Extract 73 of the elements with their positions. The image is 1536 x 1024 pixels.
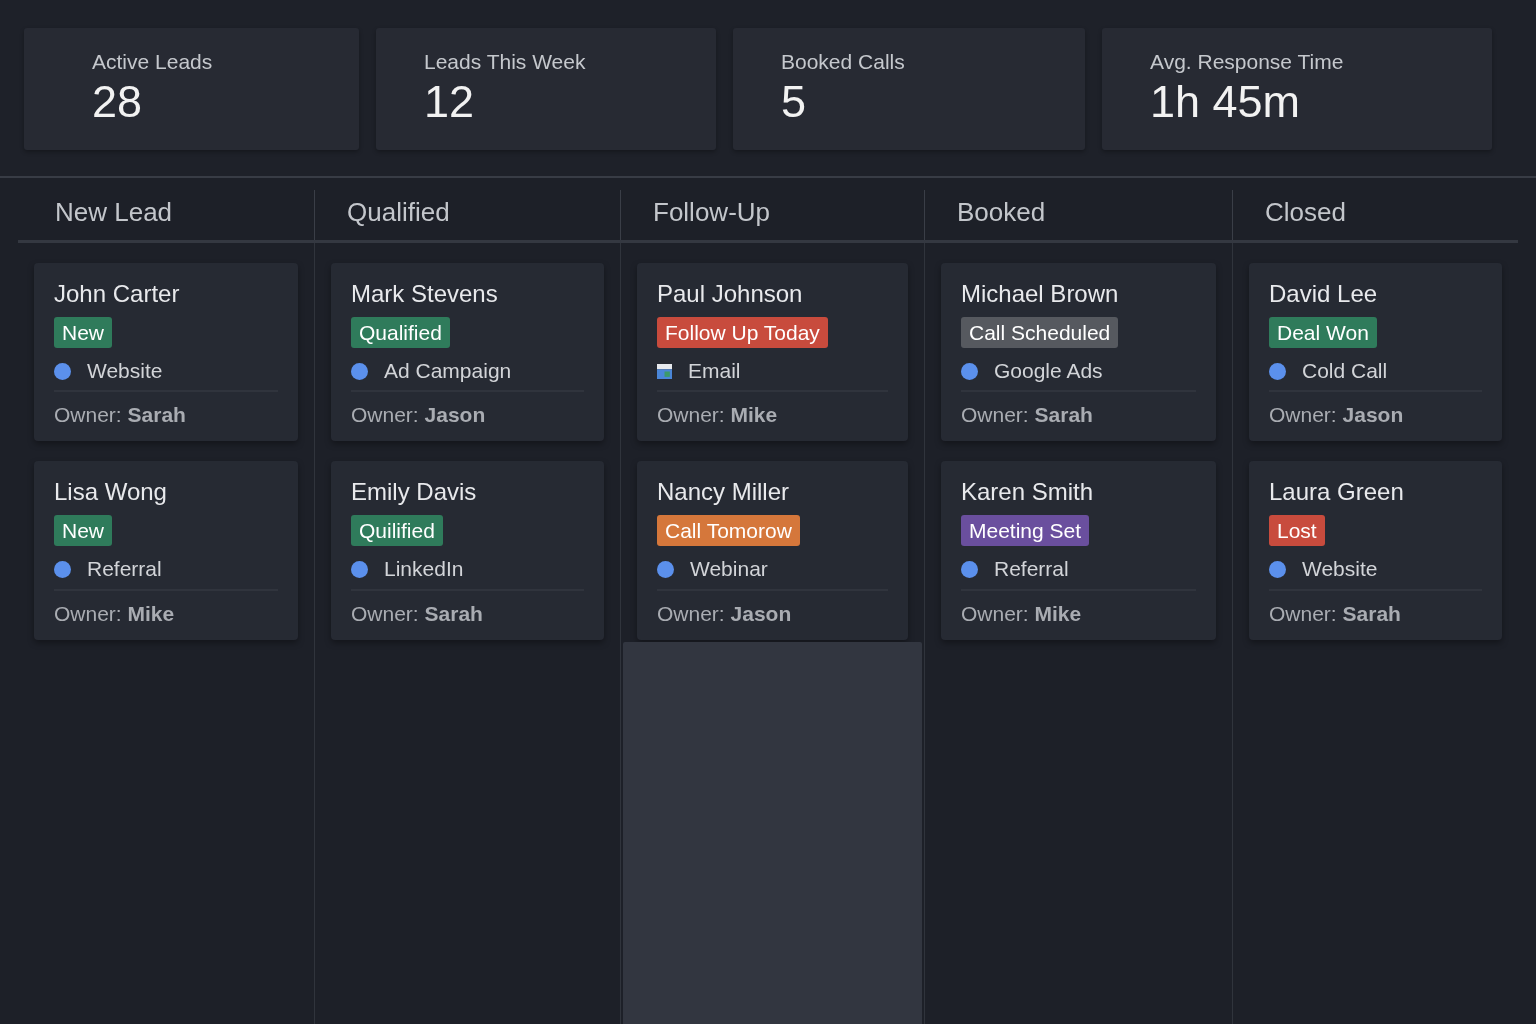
metric-label: Leads This Week xyxy=(424,49,586,75)
lead-source: Webinar xyxy=(690,556,768,583)
lead-source: Website xyxy=(87,358,163,384)
metric-label: Active Leads xyxy=(92,49,213,75)
lead-name: John Carter xyxy=(54,278,180,309)
lead-card[interactable]: Nancy Miller Call Tomorow Webinar Owner: Jason xyxy=(637,461,908,640)
lead-card[interactable]: Mark Stevens Qualified Ad Campaign Owner: Jason xyxy=(331,262,604,442)
lead-source: Cold Call xyxy=(1302,358,1388,384)
source-dot-icon xyxy=(54,561,71,579)
lead-source: Google Ads xyxy=(994,358,1103,384)
status-tag: New xyxy=(54,316,112,348)
calendar-icon xyxy=(657,363,672,379)
lead-owner: Owner: Mike xyxy=(961,600,1082,627)
lead-source: Email xyxy=(688,358,741,384)
metric-value: 28 xyxy=(92,76,143,128)
source-dot-icon xyxy=(351,561,368,579)
metric-label: Booked Calls xyxy=(781,49,905,75)
lead-owner: Owner: Mike xyxy=(54,600,175,627)
source-dot-icon xyxy=(1269,561,1286,579)
lead-card[interactable]: Emily Davis Quilified LinkedIn Owner: Sarah xyxy=(331,461,604,640)
column-header: Closed xyxy=(1265,196,1346,229)
lead-card[interactable]: John Carter New Website Owner: Sarah xyxy=(34,262,298,442)
source-dot-icon xyxy=(961,561,978,579)
lead-name: Paul Johnson xyxy=(657,278,803,309)
lead-owner: Owner: Mike xyxy=(657,402,778,429)
lead-owner: Owner: Sarah xyxy=(54,402,186,429)
status-tag: Call Scheduled xyxy=(961,316,1119,348)
column-header: New Lead xyxy=(55,196,173,229)
lead-owner: Owner: Sarah xyxy=(961,402,1093,429)
lead-owner: Owner: Sarah xyxy=(1269,600,1401,627)
metric-value: 12 xyxy=(424,76,475,128)
lead-owner: Owner: Sarah xyxy=(351,600,483,627)
status-tag: New xyxy=(54,515,112,547)
status-tag: Lost xyxy=(1269,515,1325,547)
lead-owner: Owner: Jason xyxy=(657,600,792,627)
source-dot-icon xyxy=(1269,362,1286,380)
lead-name: Laura Green xyxy=(1269,477,1404,508)
lead-name: David Lee xyxy=(1269,278,1378,309)
lead-card[interactable]: Karen Smith Meeting Set Referral Owner: Mike xyxy=(941,461,1216,640)
status-tag: Follow Up Today xyxy=(657,316,828,348)
lead-card[interactable]: Laura Green Lost Website Owner: Sarah xyxy=(1249,461,1502,640)
column-header: Booked xyxy=(957,196,1046,229)
lead-name: Emily Davis xyxy=(351,477,477,508)
lead-card[interactable]: David Lee Deal Won Cold Call Owner: Jason xyxy=(1249,262,1502,442)
lead-owner: Owner: Jason xyxy=(1269,402,1404,429)
lead-source: Website xyxy=(1302,556,1378,583)
column-header: Follow-Up xyxy=(653,196,771,229)
status-tag: Deal Won xyxy=(1269,316,1377,348)
lead-name: Lisa Wong xyxy=(54,477,167,508)
status-tag: Meeting Set xyxy=(961,515,1090,547)
lead-name: Nancy Miller xyxy=(657,477,790,508)
lead-owner: Owner: Jason xyxy=(351,402,486,429)
lead-card[interactable]: Michael Brown Call Scheduled Google Ads Owner: Sarah xyxy=(941,262,1216,442)
column-header: Qualified xyxy=(347,196,450,229)
source-dot-icon xyxy=(54,362,71,380)
metric-value: 1h 45m xyxy=(1150,76,1301,128)
lead-name: Karen Smith xyxy=(961,477,1094,508)
source-dot-icon xyxy=(351,362,368,380)
metric-label: Avg. Response Time xyxy=(1150,49,1344,75)
lead-source: Referral xyxy=(87,556,162,583)
status-tag: Call Tomorow xyxy=(657,515,800,547)
metric-value: 5 xyxy=(781,76,807,128)
lead-source: LinkedIn xyxy=(384,556,464,583)
source-dot-icon xyxy=(961,362,978,380)
lead-name: Michael Brown xyxy=(961,278,1119,309)
source-dot-icon xyxy=(657,561,674,579)
status-tag: Quilified xyxy=(351,515,443,547)
lead-source: Referral xyxy=(994,556,1069,583)
lead-card[interactable]: Lisa Wong New Referral Owner: Mike xyxy=(34,461,298,640)
lead-card[interactable]: Paul Johnson Follow Up Today Email Owner: Mike xyxy=(637,262,908,442)
lead-source: Ad Campaign xyxy=(384,358,512,384)
status-tag: Qualified xyxy=(351,316,450,348)
lead-name: Mark Stevens xyxy=(351,278,498,309)
